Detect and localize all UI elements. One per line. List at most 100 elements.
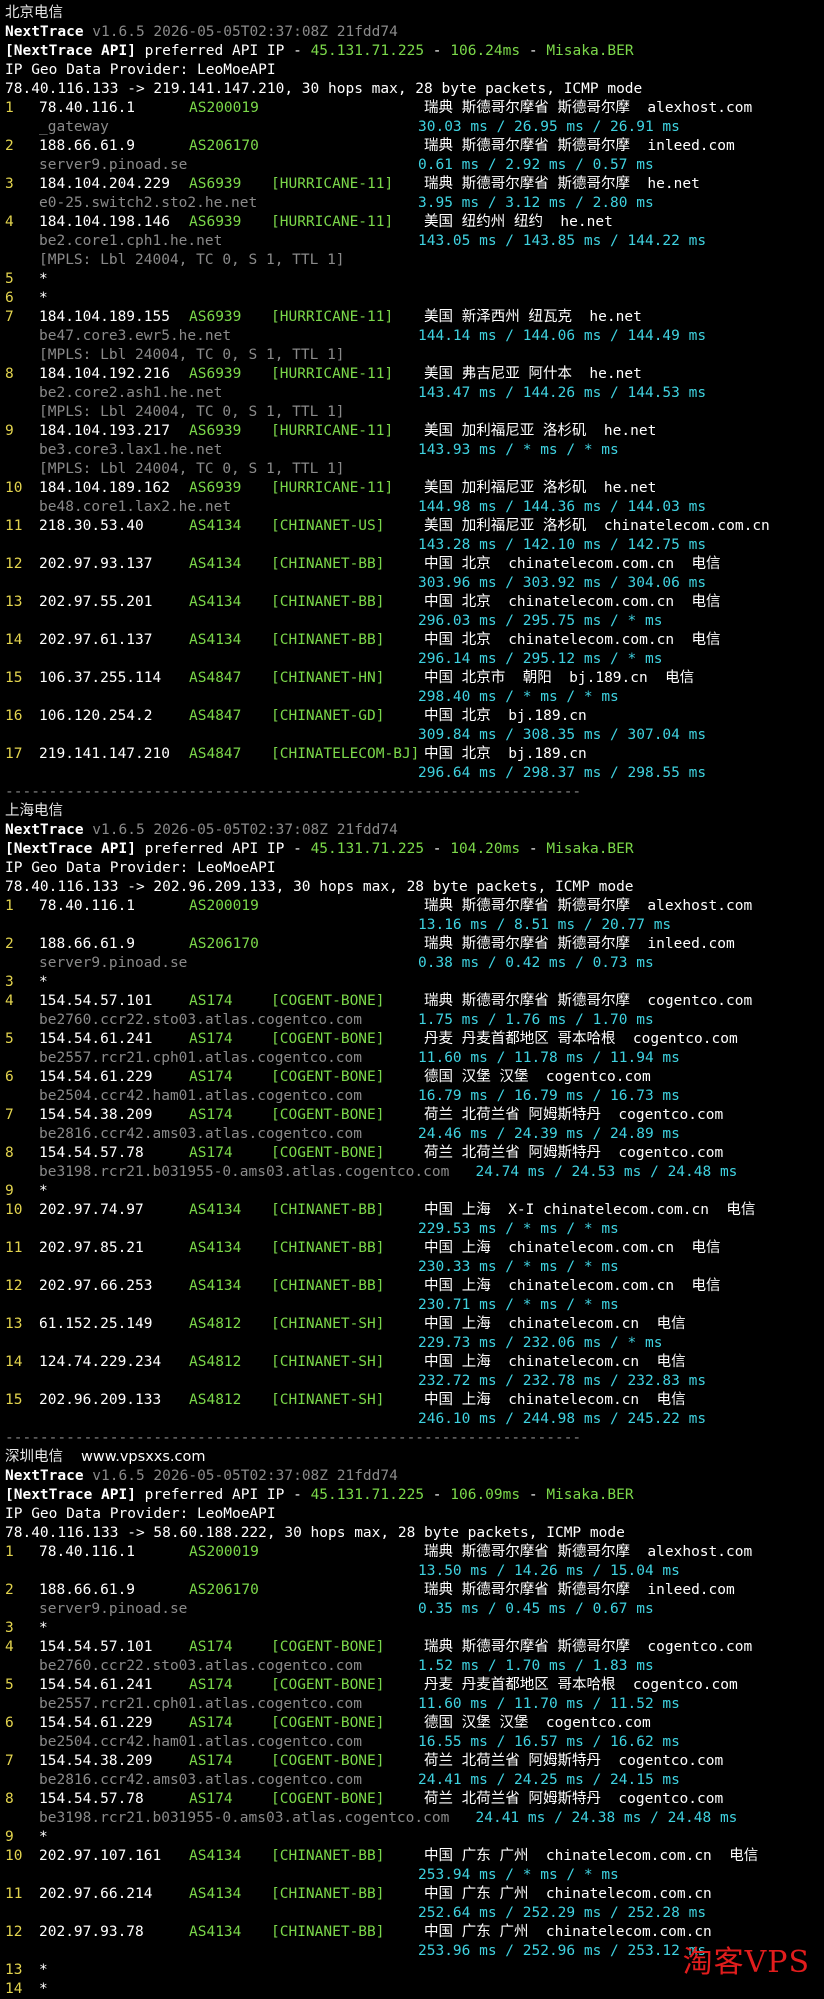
hop-number: 16 <box>5 708 23 724</box>
hop-ip[interactable]: 61.152.25.149 <box>39 1315 189 1334</box>
hop-ip[interactable]: 202.96.209.133 <box>39 1391 189 1410</box>
hop-row[interactable]: 5 154.54.61.241 AS174 [COGENT-BONE] 丹麦 丹麦首都地… <box>5 1030 824 1049</box>
hop-row[interactable]: 8 154.54.57.78 AS174 [COGENT-BONE] 荷兰 北荷兰省 阿… <box>5 1790 824 1809</box>
hop-ip[interactable]: * <box>39 270 189 289</box>
hop-ip[interactable]: 154.54.38.209 <box>39 1106 189 1125</box>
hop-ip[interactable]: 184.104.189.155 <box>39 308 189 327</box>
hop-row[interactable]: 6 154.54.61.229 AS174 [COGENT-BONE] 德国 汉堡 汉堡… <box>5 1068 824 1087</box>
hop-geo: 中国 北京 bj.189.cn <box>424 708 587 724</box>
hop-ip[interactable]: 202.97.66.214 <box>39 1885 189 1904</box>
hop-row[interactable]: 6 154.54.61.229 AS174 [COGENT-BONE] 德国 汉堡 汉堡… <box>5 1714 824 1733</box>
hop-row[interactable]: 15 202.96.209.133 AS4812 [CHINANET-SH] 中国 上海… <box>5 1391 824 1410</box>
hop-ip[interactable]: 184.104.193.217 <box>39 422 189 441</box>
hop-row[interactable]: 3 * <box>5 1619 824 1638</box>
hop-ip[interactable]: * <box>39 1619 189 1638</box>
hop-ip[interactable]: * <box>39 1961 189 1980</box>
hop-ip[interactable]: * <box>39 973 189 992</box>
hop-ip[interactable]: 202.97.66.253 <box>39 1277 189 1296</box>
hop-row[interactable]: 9 * <box>5 1182 824 1201</box>
hop-ip[interactable]: 154.54.57.78 <box>39 1144 189 1163</box>
hop-row[interactable]: 11 202.97.66.214 AS4134 [CHINANET-BB] 中国 广东 … <box>5 1885 824 1904</box>
hop-ip[interactable]: 202.97.93.137 <box>39 555 189 574</box>
hop-row[interactable]: 3 * <box>5 973 824 992</box>
hop-row[interactable]: 5 154.54.61.241 AS174 [COGENT-BONE] 丹麦 丹麦首都地… <box>5 1676 824 1695</box>
hop-ip[interactable]: 124.74.229.234 <box>39 1353 189 1372</box>
hop-ip[interactable]: 106.37.255.114 <box>39 669 189 688</box>
hop-ip[interactable]: 184.104.189.162 <box>39 479 189 498</box>
hop-ip[interactable]: 154.54.57.101 <box>39 992 189 1011</box>
hop-ip[interactable]: * <box>39 1182 189 1201</box>
hop-asn: AS6939 <box>189 309 242 325</box>
hop-row[interactable]: 8 154.54.57.78 AS174 [COGENT-BONE] 荷兰 北荷兰省 阿… <box>5 1144 824 1163</box>
hop-ip[interactable]: 219.141.147.210 <box>39 745 189 764</box>
hop-row[interactable]: 10 202.97.107.161 AS4134 [CHINANET-BB] 中国 广东… <box>5 1847 824 1866</box>
terminal-output[interactable]: 北京电信 NextTrace v1.6.5 2026-05-05T02:37:08… <box>0 0 824 1997</box>
hop-ip[interactable]: 188.66.61.9 <box>39 137 189 156</box>
hop-row[interactable]: 15 106.37.255.114 AS4847 [CHINANET-HN] 中国 北京… <box>5 669 824 688</box>
hop-row[interactable]: 1 78.40.116.1 AS200019 瑞典 斯德哥尔摩省 斯德哥尔摩 alex… <box>5 897 824 916</box>
hop-ip[interactable]: 202.97.85.21 <box>39 1239 189 1258</box>
hop-ip[interactable]: 154.54.61.241 <box>39 1676 189 1695</box>
hop-ip[interactable]: 78.40.116.1 <box>39 1543 189 1562</box>
hop-row[interactable]: 2 188.66.61.9 AS206170 瑞典 斯德哥尔摩省 斯德哥尔摩 inle… <box>5 1581 824 1600</box>
hop-tag: [COGENT-BONE] <box>271 1145 385 1161</box>
hop-row[interactable]: 12 202.97.66.253 AS4134 [CHINANET-BB] 中国 上海 … <box>5 1277 824 1296</box>
hop-ip[interactable]: 154.54.57.78 <box>39 1790 189 1809</box>
hop-ip[interactable]: 188.66.61.9 <box>39 1581 189 1600</box>
hop-geo: 中国 上海 X-I chinatelecom.com.cn 电信 <box>424 1202 756 1218</box>
hop-ip[interactable]: 184.104.192.216 <box>39 365 189 384</box>
hop-geo: 中国 北京 chinatelecom.com.cn 电信 <box>424 632 721 648</box>
hop-ip[interactable]: 202.97.93.78 <box>39 1923 189 1942</box>
hop-row[interactable]: 10 202.97.74.97 AS4134 [CHINANET-BB] 中国 上海 X… <box>5 1201 824 1220</box>
hop-row[interactable]: 13 61.152.25.149 AS4812 [CHINANET-SH] 中国 上海 … <box>5 1315 824 1334</box>
hop-row[interactable]: 4 154.54.57.101 AS174 [COGENT-BONE] 瑞典 斯德哥尔摩… <box>5 1638 824 1657</box>
hop-row[interactable]: 7 184.104.189.155 AS6939 [HURRICANE-11] 美国 新… <box>5 308 824 327</box>
hop-row[interactable]: 11 202.97.85.21 AS4134 [CHINANET-BB] 中国 上海 c… <box>5 1239 824 1258</box>
hop-row[interactable]: 2 188.66.61.9 AS206170 瑞典 斯德哥尔摩省 斯德哥尔摩 inle… <box>5 137 824 156</box>
hop-ip[interactable]: * <box>39 1980 189 1999</box>
hop-ip[interactable]: 78.40.116.1 <box>39 99 189 118</box>
hop-row[interactable]: 6 * <box>5 289 824 308</box>
hop-row[interactable]: 9 184.104.193.217 AS6939 [HURRICANE-11] 美国 加… <box>5 422 824 441</box>
hop-row[interactable]: 4 184.104.198.146 AS6939 [HURRICANE-11] 美国 纽… <box>5 213 824 232</box>
hop-ip[interactable]: 154.54.61.229 <box>39 1068 189 1087</box>
hop-row[interactable]: 12 202.97.93.137 AS4134 [CHINANET-BB] 中国 北京 … <box>5 555 824 574</box>
hop-ip[interactable]: 202.97.74.97 <box>39 1201 189 1220</box>
hop-geo: 美国 加利福尼亚 洛杉矶 he.net <box>424 423 657 439</box>
hop-row[interactable]: 11 218.30.53.40 AS4134 [CHINANET-US] 美国 加利福尼… <box>5 517 824 536</box>
hop-row[interactable]: 14 124.74.229.234 AS4812 [CHINANET-SH] 中国 上海… <box>5 1353 824 1372</box>
hop-row[interactable]: 13 202.97.55.201 AS4134 [CHINANET-BB] 中国 北京 … <box>5 593 824 612</box>
hop-ip[interactable]: 106.120.254.2 <box>39 707 189 726</box>
hop-ip[interactable]: 154.54.61.241 <box>39 1030 189 1049</box>
hop-ip[interactable]: 78.40.116.1 <box>39 897 189 916</box>
hop-row[interactable]: 14 * <box>5 1980 824 1999</box>
hop-row[interactable]: 1 78.40.116.1 AS200019 瑞典 斯德哥尔摩省 斯德哥尔摩 alex… <box>5 99 824 118</box>
hop-ip[interactable]: * <box>39 1828 189 1847</box>
hop-ip[interactable]: 202.97.61.137 <box>39 631 189 650</box>
hop-ip[interactable]: 202.97.107.161 <box>39 1847 189 1866</box>
hop-ip[interactable]: * <box>39 289 189 308</box>
hop-row[interactable]: 17 219.141.147.210 AS4847 [CHINATELECOM-BJ]… <box>5 745 824 764</box>
hop-ip[interactable]: 218.30.53.40 <box>39 517 189 536</box>
hop-ip[interactable]: 154.54.38.209 <box>39 1752 189 1771</box>
hop-row[interactable]: 9 * <box>5 1828 824 1847</box>
hop-row[interactable]: 16 106.120.254.2 AS4847 [CHINANET-GD] 中国 北京 … <box>5 707 824 726</box>
hop-row[interactable]: 7 154.54.38.209 AS174 [COGENT-BONE] 荷兰 北荷兰省 … <box>5 1106 824 1125</box>
hop-ip[interactable]: 184.104.204.229 <box>39 175 189 194</box>
hop-row[interactable]: 10 184.104.189.162 AS6939 [HURRICANE-11] 美国 … <box>5 479 824 498</box>
hop-ip[interactable]: 154.54.61.229 <box>39 1714 189 1733</box>
hop-row[interactable]: 8 184.104.192.216 AS6939 [HURRICANE-11] 美国 弗… <box>5 365 824 384</box>
hop-row[interactable]: 14 202.97.61.137 AS4134 [CHINANET-BB] 中国 北京 … <box>5 631 824 650</box>
section-title: 上海电信 <box>5 803 63 819</box>
hop-row[interactable]: 5 * <box>5 270 824 289</box>
hop-row[interactable]: 3 184.104.204.229 AS6939 [HURRICANE-11] 瑞典 斯… <box>5 175 824 194</box>
hop-ip[interactable]: 202.97.55.201 <box>39 593 189 612</box>
hop-row[interactable]: 1 78.40.116.1 AS200019 瑞典 斯德哥尔摩省 斯德哥尔摩 alex… <box>5 1543 824 1562</box>
hop-row[interactable]: 7 154.54.38.209 AS174 [COGENT-BONE] 荷兰 北荷兰省 … <box>5 1752 824 1771</box>
hop-latency: 232.72 ms / 232.78 ms / 232.83 ms <box>418 1373 707 1389</box>
hop-row[interactable]: 2 188.66.61.9 AS206170 瑞典 斯德哥尔摩省 斯德哥尔摩 inle… <box>5 935 824 954</box>
hop-ip[interactable]: 184.104.198.146 <box>39 213 189 232</box>
hop-row[interactable]: 4 154.54.57.101 AS174 [COGENT-BONE] 瑞典 斯德哥尔摩… <box>5 992 824 1011</box>
hop-ip[interactable]: 154.54.57.101 <box>39 1638 189 1657</box>
hop-ip[interactable]: 188.66.61.9 <box>39 935 189 954</box>
